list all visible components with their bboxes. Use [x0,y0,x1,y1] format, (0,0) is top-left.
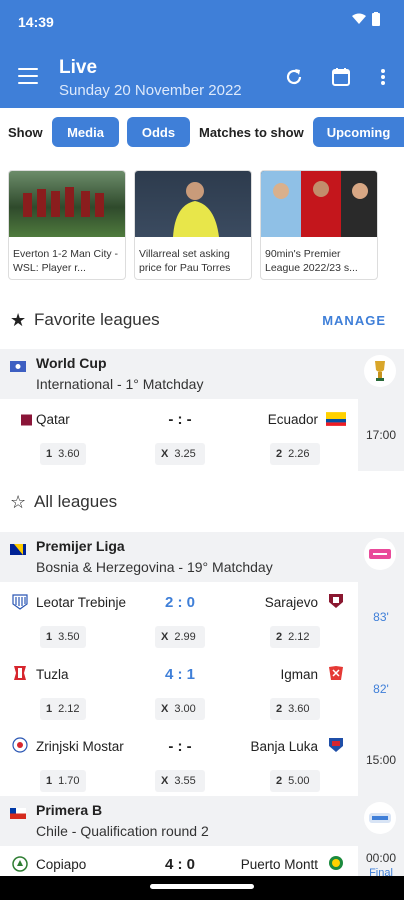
all-leagues-title: All leagues [34,492,118,511]
home-team: Tuzla [36,667,69,682]
status-time: 14:39 [18,14,54,30]
gesture-nav-bar [0,876,404,900]
odds-draw[interactable]: X 3.25 [155,443,205,465]
league-name: Primera B [36,802,103,818]
home-team: Copiapo [36,857,87,872]
home-team: Leotar Trebinje [36,595,127,610]
match-score: - : - [168,411,192,428]
match-time: 83' [373,610,389,624]
odds-home[interactable]: 1 3.60 [40,443,86,465]
odds-home[interactable]: 1 2.12 [40,698,86,720]
match-row[interactable]: Copiapo 4 : 0 Puerto Montt [0,846,358,876]
odds-away[interactable]: 2 2.26 [270,443,320,465]
match-score: 2 : 0 [164,594,195,611]
app-bar: 14:39 Live Sunday 20 November 2022 [0,0,404,108]
away-team: Sarajevo [264,595,318,610]
news-caption: Everton 1-2 Man City - WSL: Player r... [13,248,119,274]
calendar-icon[interactable] [330,66,352,88]
news-caption: 90min's Premier League 2022/23 s... [265,248,358,274]
match-time: 82' [373,682,389,696]
battery-icon [372,12,380,26]
match-score: - : - [168,738,192,755]
match-row[interactable]: Qatar - : - Ecuador 1 3.60 X 3.25 2 2.26 [0,399,358,471]
match-time: 15:00 [365,753,397,767]
league-subtitle: Chile - Qualification round 2 [36,823,209,839]
filter-bar: Show Media Odds Matches to show Upcoming [0,116,404,148]
matches-to-show-label: Matches to show [199,124,304,140]
leotar-crest-icon [12,594,28,610]
ecuador-flag-icon [326,412,346,426]
league-logo-icon [364,802,396,834]
news-carousel: Everton 1-2 Man City - WSL: Player r... … [8,170,378,280]
zrinjski-crest-icon [12,737,28,753]
odds-away[interactable]: 2 3.60 [270,698,320,720]
home-handle[interactable] [150,884,254,889]
match-time: 17:00 [365,428,397,442]
match-score: 4 : 0 [164,856,195,873]
odds-draw[interactable]: X 3.55 [155,770,205,792]
media-toggle[interactable]: Media [52,117,119,147]
away-team: Banja Luka [250,739,318,754]
copiapo-crest-icon [12,856,28,872]
upcoming-toggle[interactable]: Upcoming [313,117,404,147]
show-label: Show [8,124,43,140]
more-options-icon[interactable] [372,66,394,88]
odds-home[interactable]: 1 1.70 [40,770,86,792]
wifi-icon [352,13,366,24]
news-caption: Villarreal set asking price for Pau Torr… [139,248,231,274]
menu-icon[interactable] [18,68,38,84]
all-leagues-header: ☆ All leagues [0,485,404,519]
league-subtitle: International - 1° Matchday [36,376,204,392]
league-subtitle: Bosnia & Herzegovina - 19° Matchday [36,559,273,575]
news-card[interactable]: Everton 1-2 Man City - WSL: Player r... [8,170,126,280]
league-header[interactable]: Primera B Chile - Qualification round 2 [0,796,404,846]
match-row[interactable]: Zrinjski Mostar - : - Banja Luka 1 1.70 X… [0,726,358,796]
news-image [9,171,125,237]
favorite-leagues-header: ★ Favorite leagues MANAGE [0,303,404,337]
international-flag-icon [10,361,26,372]
banja-luka-crest-icon [329,738,343,752]
news-image [135,171,251,237]
sarajevo-crest-icon [329,594,343,608]
odds-home[interactable]: 1 3.50 [40,626,86,648]
odds-away[interactable]: 2 5.00 [270,770,320,792]
star-outline-icon: ☆ [10,491,27,512]
league-logo-icon [364,538,396,570]
chile-flag-icon [10,808,26,819]
away-team: Ecuador [267,412,318,427]
igman-crest-icon [329,666,343,680]
status-icons [352,12,380,26]
home-team: Qatar [36,412,70,427]
odds-away[interactable]: 2 2.12 [270,626,320,648]
league-header[interactable]: World Cup International - 1° Matchday [0,349,404,399]
status-bar: 14:39 [18,12,380,32]
news-card[interactable]: Villarreal set asking price for Pau Torr… [134,170,252,280]
news-card[interactable]: 90min's Premier League 2022/23 s... [260,170,378,280]
match-row[interactable]: Leotar Trebinje 2 : 0 Sarajevo 1 3.50 X 2.… [0,582,358,654]
qatar-flag-icon [16,414,32,426]
match-score: 4 : 1 [164,666,195,683]
odds-draw[interactable]: X 2.99 [155,626,205,648]
puerto-montt-crest-icon [329,856,343,870]
bosnia-flag-icon [10,544,26,555]
match-time: 00:00 [365,851,397,865]
match-row[interactable]: Tuzla 4 : 1 Igman 1 2.12 X 3.00 2 3.60 [0,654,358,726]
date-subtitle[interactable]: Sunday 20 November 2022 [59,82,242,99]
news-image [261,171,377,237]
tuzla-crest-icon [14,666,26,680]
world-cup-trophy-icon [364,355,396,387]
away-team: Puerto Montt [240,857,318,872]
away-team: Igman [280,667,318,682]
favorite-leagues-title: Favorite leagues [34,310,160,329]
refresh-icon[interactable] [283,66,305,88]
league-header[interactable]: Premijer Liga Bosnia & Herzegovina - 19°… [0,532,404,582]
league-name: World Cup [36,355,107,371]
league-name: Premijer Liga [36,538,125,554]
star-filled-icon: ★ [10,309,27,330]
home-team: Zrinjski Mostar [36,739,124,754]
odds-toggle[interactable]: Odds [127,117,190,147]
page-title: Live [59,57,98,78]
odds-draw[interactable]: X 3.00 [155,698,205,720]
manage-button[interactable]: MANAGE [322,313,386,328]
